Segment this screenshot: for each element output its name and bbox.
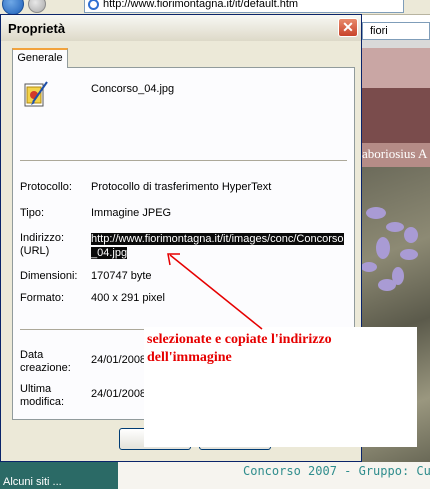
dialog-title-bar[interactable]: Proprietà ✕ xyxy=(1,15,361,41)
page-background xyxy=(356,40,430,48)
page-icon xyxy=(88,0,99,10)
page-banner-image xyxy=(356,88,430,143)
image-file-icon xyxy=(24,81,48,107)
page-footer-text: Concorso 2007 - Gruppo: Cuso xyxy=(243,464,430,478)
type-value: Immagine JPEG xyxy=(91,207,172,219)
close-icon: ✕ xyxy=(342,19,354,35)
protocol-label: Protocollo: xyxy=(20,181,72,193)
created-label: Data creazione: xyxy=(20,349,71,375)
modified-label-line2: modifica: xyxy=(20,396,65,408)
back-button[interactable] xyxy=(2,0,24,15)
created-value: 24/01/2008 xyxy=(91,354,147,366)
separator xyxy=(20,160,347,161)
annotation-line1: selezionate e copiate l'indirizzo xyxy=(147,332,332,347)
address-label: Indirizzo: (URL) xyxy=(20,232,64,258)
browser-toolbar: http://www.fiorimontagna.it/it/default.h… xyxy=(0,0,430,15)
address-label-line2: (URL) xyxy=(20,245,50,257)
annotation-note: selezionate e copiate l'indirizzo dell'i… xyxy=(144,327,417,447)
forward-button[interactable] xyxy=(28,0,46,13)
modified-label-line1: Ultima xyxy=(20,383,52,395)
format-label: Formato: xyxy=(20,292,65,304)
search-input[interactable]: fiori xyxy=(362,22,430,40)
address-url: http://www.fiorimontagna.it/it/default.h… xyxy=(103,0,299,10)
address-label-line1: Indirizzo: xyxy=(20,232,65,244)
created-label-line1: Data xyxy=(20,349,44,361)
dialog-title: Proprietà xyxy=(8,21,66,36)
sidebar-link[interactable]: Alcuni siti ... xyxy=(0,462,118,489)
format-value: 400 x 291 pixel xyxy=(91,292,165,304)
page-background xyxy=(356,48,430,88)
address-value[interactable]: http://www.fiorimontagna.it/it/images/co… xyxy=(91,233,344,259)
photo-caption: aboriosius A xyxy=(362,146,428,161)
sidebar-link-label: Alcuni siti ... xyxy=(3,476,62,488)
modified-value: 24/01/2008 xyxy=(91,388,147,400)
file-name: Concorso_04.jpg xyxy=(91,83,175,95)
size-value: 170747 byte xyxy=(91,270,152,282)
address-bar[interactable]: http://www.fiorimontagna.it/it/default.h… xyxy=(84,0,404,13)
address-value-field[interactable]: http://www.fiorimontagna.it/it/images/co… xyxy=(91,232,347,260)
created-label-line2: creazione: xyxy=(20,362,71,374)
close-button[interactable]: ✕ xyxy=(338,18,358,37)
size-label: Dimensioni: xyxy=(20,270,78,282)
type-label: Tipo: xyxy=(20,207,45,219)
tab-generale[interactable]: Generale xyxy=(12,48,68,68)
annotation-line2: dell'immagine xyxy=(147,350,232,365)
protocol-value: Protocollo di trasferimento HyperText xyxy=(91,181,272,193)
modified-label: Ultima modifica: xyxy=(20,383,64,409)
